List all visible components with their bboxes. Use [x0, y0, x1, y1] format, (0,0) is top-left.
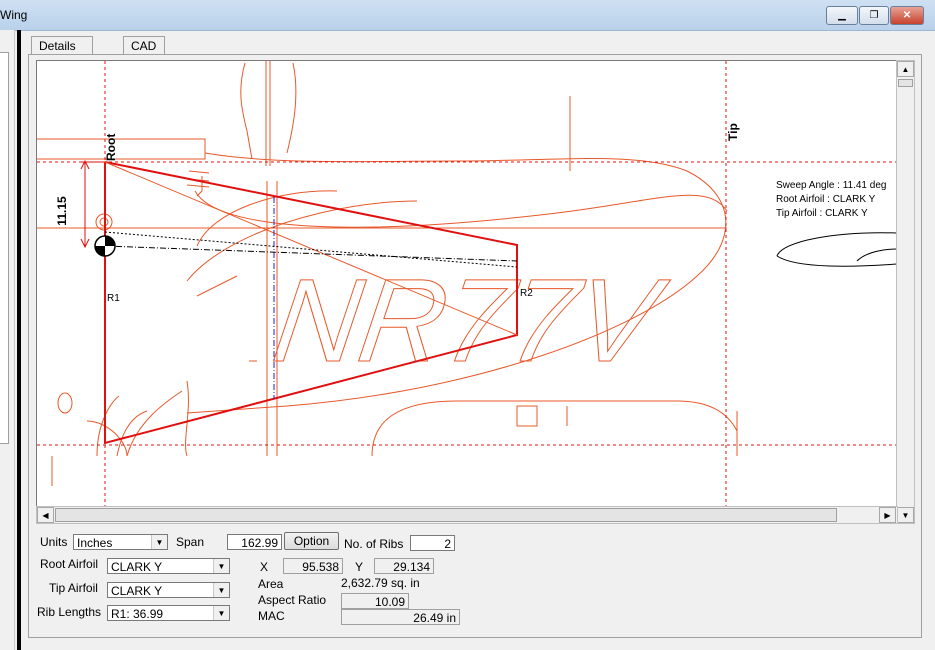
scroll-down-button[interactable]: ▼	[897, 507, 914, 523]
chevron-down-icon: ▼	[213, 583, 229, 597]
tab-cad[interactable]: CAD	[123, 36, 165, 55]
units-select[interactable]: Inches ▼	[73, 534, 168, 550]
left-pane-list[interactable]	[0, 52, 9, 444]
scroll-left-button[interactable]: ◀	[37, 507, 54, 523]
aspect-ratio-label: Aspect Ratio	[258, 593, 327, 607]
vertical-scrollbar[interactable]: ▲ ▼	[896, 60, 915, 524]
root-airfoil-label: Root Airfoil	[40, 557, 99, 571]
restore-icon: ❐	[869, 10, 879, 21]
units-value: Inches	[77, 536, 113, 550]
tip-airfoil-text: Tip Airfoil : CLARK Y	[776, 208, 868, 219]
ribs-input[interactable]: 2	[410, 535, 455, 551]
rib-lengths-value: R1: 36.99	[111, 607, 164, 621]
r1-label: R1	[107, 293, 120, 304]
y-label: Y	[355, 560, 364, 574]
chevron-down-icon: ▼	[213, 606, 229, 620]
aspect-ratio-value: 10.09	[341, 593, 409, 609]
tip-airfoil-select[interactable]: CLARK Y ▼	[107, 582, 230, 598]
tab-cad-label: CAD	[131, 39, 157, 53]
mac-label: MAC	[258, 609, 285, 623]
arrow-up-icon: ▲	[901, 64, 910, 74]
splitter[interactable]	[17, 30, 21, 650]
root-airfoil-value: CLARK Y	[111, 560, 163, 574]
tab-details[interactable]: Details	[31, 36, 93, 55]
span-label: Span	[176, 535, 205, 549]
registration-text: NR77V	[266, 256, 675, 387]
units-label: Units	[40, 535, 68, 549]
dimension-marker	[80, 159, 105, 249]
scroll-right-button[interactable]: ▶	[879, 507, 896, 523]
registration-outline: NR77V	[266, 255, 676, 387]
x-label: X	[260, 560, 269, 574]
span-input[interactable]: 162.99	[227, 534, 282, 550]
cg-icon	[94, 235, 116, 257]
r2-label: R2	[520, 288, 533, 299]
minimize-icon: ▁	[838, 10, 846, 21]
close-button[interactable]: ✕	[890, 6, 924, 25]
airfoil-preview	[776, 232, 897, 267]
area-value: 2,632.79 sq. in	[341, 576, 420, 590]
title-bar: Wing ▁ ❐ ✕	[0, 0, 935, 31]
mac-value: 26.49 in	[341, 609, 460, 625]
ribs-label: No. of Ribs	[344, 537, 404, 551]
root-airfoil-select[interactable]: CLARK Y ▼	[107, 558, 230, 574]
area-label: Area	[258, 577, 284, 591]
tab-details-label: Details	[39, 39, 76, 53]
y-value: 29.134	[374, 558, 434, 574]
root-label: Root	[104, 134, 118, 161]
tip-airfoil-label: Tip Airfoil	[49, 581, 98, 595]
scroll-up-button[interactable]: ▲	[897, 61, 914, 77]
option-button[interactable]: Option	[284, 532, 339, 550]
close-icon: ✕	[902, 10, 912, 21]
x-value: 95.538	[283, 558, 343, 574]
sweep-angle-text: Sweep Angle : 11.41 deg	[776, 180, 886, 191]
tip-label: Tip	[726, 123, 740, 141]
minimize-button[interactable]: ▁	[826, 6, 858, 25]
vertical-scroll-thumb[interactable]	[898, 79, 913, 87]
rib-lengths-label: Rib Lengths	[37, 605, 102, 619]
root-airfoil-text: Root Airfoil : CLARK Y	[776, 194, 876, 205]
horizontal-scroll-thumb[interactable]	[55, 508, 837, 522]
horizontal-scrollbar[interactable]: ◀ ▶	[36, 506, 898, 524]
arrow-down-icon: ▼	[901, 510, 910, 520]
cad-canvas[interactable]: NR77V 11.15 Root Tip R1 R2 Sweep Angle :…	[36, 60, 898, 508]
cad-drawing: NR77V 11.15 Root Tip R1 R2 Sweep Angle :…	[37, 61, 897, 507]
rib-lengths-select[interactable]: R1: 36.99 ▼	[107, 605, 230, 621]
arrow-left-icon: ◀	[42, 510, 49, 520]
maximize-button[interactable]: ❐	[859, 6, 889, 25]
dimension-label: 11.15	[55, 196, 69, 226]
left-pane	[0, 30, 15, 650]
window-title: Wing	[0, 8, 28, 22]
arrow-right-icon: ▶	[884, 510, 891, 520]
tip-airfoil-value: CLARK Y	[111, 584, 163, 598]
chevron-down-icon: ▼	[151, 535, 167, 549]
chevron-down-icon: ▼	[213, 559, 229, 573]
